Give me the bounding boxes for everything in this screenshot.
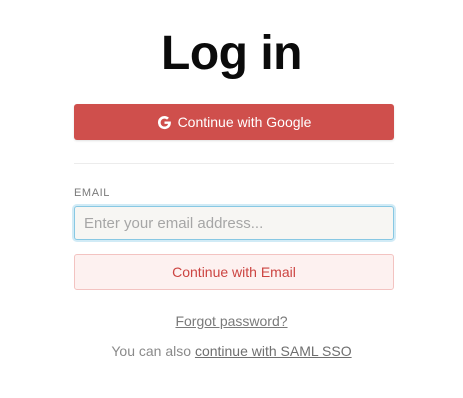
forgot-password-link[interactable]: Forgot password?: [175, 313, 287, 329]
saml-sso-link[interactable]: continue with SAML SSO: [195, 343, 352, 359]
email-label: EMAIL: [74, 187, 111, 199]
continue-with-google-label: Continue with Google: [177, 114, 312, 130]
saml-prefix-text: You can also: [111, 343, 192, 359]
google-icon: [157, 115, 172, 130]
forgot-password-row: Forgot password?: [0, 313, 463, 329]
continue-with-google-button[interactable]: Continue with Google: [74, 104, 394, 140]
saml-sso-row: You can also continue with SAML SSO: [0, 343, 463, 359]
divider: [74, 163, 394, 164]
continue-with-email-button[interactable]: Continue with Email: [74, 254, 394, 290]
continue-with-email-label: Continue with Email: [172, 264, 296, 280]
email-input[interactable]: [74, 206, 394, 240]
page-title: Log in: [161, 27, 302, 80]
